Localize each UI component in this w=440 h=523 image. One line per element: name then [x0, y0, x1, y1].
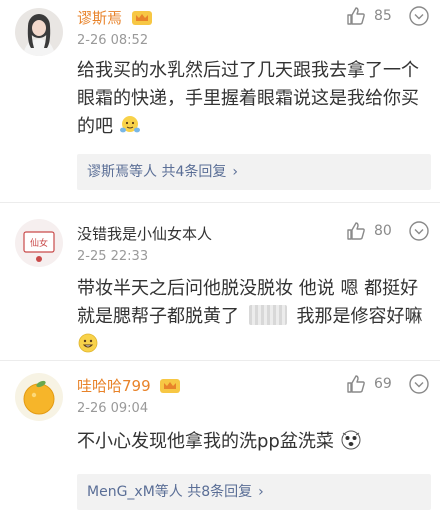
reply-link[interactable]: MenG_xM等人 共8条回复 ›	[87, 483, 264, 501]
content-line: 不小心发现他拿我的洗pp盆洗菜	[77, 428, 431, 456]
username-text[interactable]: 哇哈哈799	[77, 377, 151, 395]
hug-emoji-icon	[119, 116, 140, 133]
content-text: 就是腮帮子都脱黄了	[77, 306, 239, 327]
content-line: 带妆半天之后问他脱没脱妆 他说 嗯 都挺好	[77, 278, 419, 299]
vip-crown-icon	[131, 11, 152, 25]
like-count: 69	[374, 376, 392, 392]
content-line: 给我买的水乳然后过了几天跟我去拿了一个	[77, 60, 419, 81]
shocked-emoji-icon	[341, 430, 361, 450]
comment-1: 谬斯焉 2-26 08:52 85 给我买的水乳然后过了几天跟我去拿了一个 眼霜…	[0, 0, 440, 198]
thumbs-up-icon[interactable]	[346, 6, 366, 26]
avatar-label: 仙女	[30, 237, 48, 249]
username-text[interactable]: 谬斯焉	[77, 9, 122, 27]
comment-3: 哇哈哈799 2-26 09:04 69 不小心发现他拿我的洗pp盆洗菜 Men…	[0, 361, 440, 523]
reply-summary-text[interactable]: MenG_xM等人 共8条回复	[87, 484, 252, 500]
content-text: 我那是修容好嘛	[296, 306, 423, 327]
content-line: 眼霜的快递，手里握着眼霜说这是我给你买	[77, 88, 419, 109]
comment-content: 不小心发现他拿我的洗pp盆洗菜	[77, 428, 431, 456]
grin-emoji-icon	[78, 333, 98, 353]
badge-avatar-icon: 仙女	[15, 219, 63, 267]
avatar[interactable]	[15, 8, 63, 56]
reply-link[interactable]: 谬斯焉等人 共4条回复 ›	[87, 163, 238, 181]
more-icon[interactable]	[408, 220, 430, 242]
timestamp: 2-25 22:33	[77, 249, 149, 264]
username[interactable]: 谬斯焉	[77, 9, 153, 27]
more-icon[interactable]	[408, 373, 430, 395]
comment-content: 给我买的水乳然后过了几天跟我去拿了一个 眼霜的快递，手里握着眼霜说这是我给你买 …	[77, 57, 431, 141]
thumbs-up-icon[interactable]	[346, 221, 366, 241]
content-text: 不小心发现他拿我的洗pp盆洗菜	[77, 431, 334, 452]
content-line: 的吧	[77, 113, 431, 141]
chevron-right-icon: ›	[232, 164, 238, 180]
like-count: 80	[374, 223, 392, 239]
timestamp: 2-26 08:52	[77, 33, 149, 48]
content-line: 就是腮帮子都脱黄了 我那是修容好嘛	[77, 303, 431, 331]
reply-summary[interactable]: 谬斯焉等人 共4条回复 ›	[77, 154, 431, 190]
username[interactable]: 没错我是小仙女本人	[77, 225, 212, 243]
reply-summary-text[interactable]: 谬斯焉等人 共4条回复	[87, 164, 226, 180]
username[interactable]: 哇哈哈799	[77, 377, 181, 395]
timestamp: 2-26 09:04	[77, 401, 149, 416]
redacted-blur	[248, 305, 287, 325]
avatar[interactable]	[15, 373, 63, 421]
thumbs-up-icon[interactable]	[346, 374, 366, 394]
content-line	[77, 331, 431, 359]
reply-summary[interactable]: MenG_xM等人 共8条回复 ›	[77, 474, 431, 510]
more-icon[interactable]	[408, 5, 430, 27]
comment-2: 仙女 没错我是小仙女本人 2-25 22:33 80 带妆半天之后问他脱没脱妆 …	[0, 203, 440, 358]
content-text: 的吧	[77, 116, 113, 137]
avatar[interactable]: 仙女	[15, 219, 63, 267]
chevron-right-icon: ›	[258, 484, 264, 500]
comment-content: 带妆半天之后问他脱没脱妆 他说 嗯 都挺好 就是腮帮子都脱黄了 我那是修容好嘛	[77, 275, 431, 359]
vip-crown-icon	[160, 379, 181, 393]
like-count: 85	[374, 8, 392, 24]
orange-fruit-avatar-icon	[15, 373, 63, 421]
girl-portrait-avatar-icon	[15, 8, 63, 56]
